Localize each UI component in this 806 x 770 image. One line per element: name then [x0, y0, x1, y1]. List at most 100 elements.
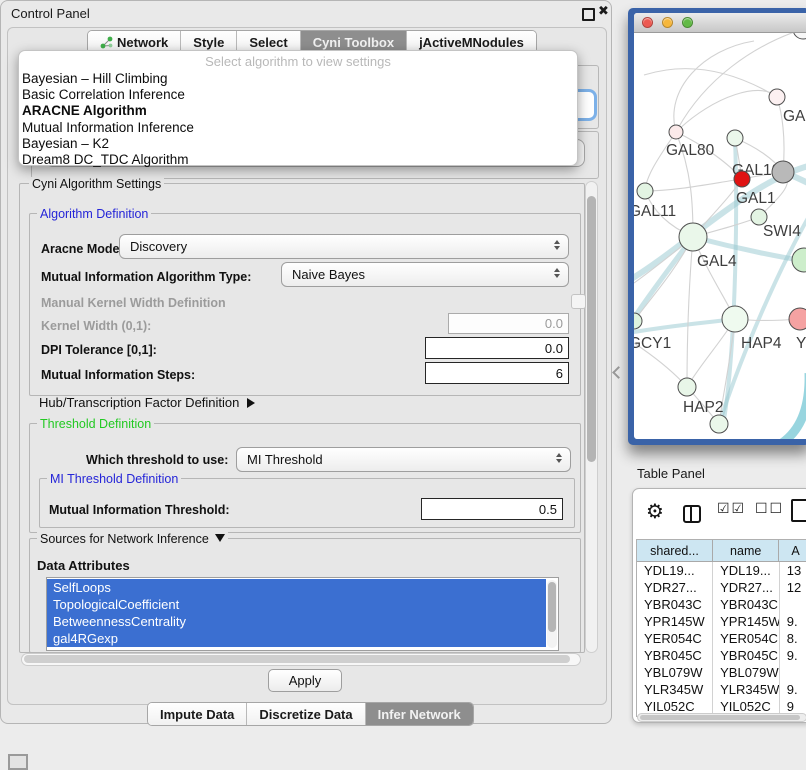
attribute-item[interactable]: TopologicalCoefficient: [47, 596, 546, 613]
table-row[interactable]: YPR145WYPR145W9.: [637, 613, 806, 630]
table-cell: YBL079W: [713, 664, 780, 681]
network-node-gal[interactable]: [769, 89, 785, 105]
network-node-gal80[interactable]: [669, 125, 683, 139]
table-row[interactable]: YBL079WYBL079W: [637, 664, 806, 681]
close-window-icon[interactable]: [642, 17, 653, 28]
scrollbar-thumb[interactable]: [640, 715, 800, 720]
table-cell: YLR345W: [637, 681, 713, 698]
minimize-window-icon[interactable]: [662, 17, 673, 28]
scrollbar-thumb[interactable]: [24, 655, 570, 663]
network-node[interactable]: [710, 415, 728, 433]
network-node-gal1[interactable]: [734, 171, 750, 187]
table-row[interactable]: YDR27...YDR27...12: [637, 579, 806, 596]
minimized-panel-icon[interactable]: [8, 754, 28, 770]
tab-impute-data[interactable]: Impute Data: [148, 703, 247, 725]
table-panel-window: ⚙ ☑☑ ☐☐ shared... name A YDL19...YDL19..…: [632, 488, 806, 723]
algorithm-option[interactable]: Dream8 DC_TDC Algorithm: [19, 152, 577, 168]
table-row[interactable]: YBR045CYBR045C9.: [637, 647, 806, 664]
algorithm-option[interactable]: ARACNE Algorithm: [19, 103, 577, 119]
table-row[interactable]: YIL052CYIL052C9: [637, 698, 806, 713]
table-cell: YLR345W: [713, 681, 780, 698]
mi-threshold-group-title: MI Threshold Definition: [47, 472, 181, 486]
network-node[interactable]: [772, 161, 794, 183]
expand-right-icon[interactable]: [247, 398, 255, 408]
gear-icon[interactable]: ⚙: [646, 499, 664, 523]
node-label: GAL4: [697, 253, 737, 270]
table-row[interactable]: YLR345WYLR345W9.: [637, 681, 806, 698]
network-view-frame: GAL80GALGAL10GAL1GAL11SWI4GAL4GCY1HAP4YH…: [628, 8, 806, 445]
table-cell: YIL052C: [637, 698, 713, 713]
attribute-item[interactable]: SelfLoops: [47, 579, 546, 596]
kernel-width-field[interactable]: 0.0: [448, 313, 569, 334]
mi-algorithm-type-label: Mutual Information Algorithm Type:: [41, 270, 251, 284]
collapse-down-icon[interactable]: [215, 534, 225, 542]
table-header-row: shared... name A: [637, 540, 806, 562]
mi-steps-field[interactable]: 6: [425, 362, 569, 384]
node-label: HAP2: [683, 399, 724, 416]
table-row[interactable]: YER054CYER054C8.: [637, 630, 806, 647]
mi-algorithm-type-select[interactable]: Naive Bayes: [281, 262, 569, 287]
unselect-all-checkboxes-icon[interactable]: ☐☐: [755, 501, 784, 517]
table-cell: YBR045C: [713, 647, 780, 664]
which-threshold-select[interactable]: MI Threshold: [236, 447, 571, 472]
bottom-tabbar: Impute DataDiscretize DataInfer Network: [147, 702, 474, 726]
scrollbar-thumb[interactable]: [548, 582, 556, 632]
attribute-item[interactable]: BetweennessCentrality: [47, 613, 546, 630]
table-cell: 9.: [780, 613, 806, 630]
network-window-titlebar[interactable]: [634, 13, 806, 33]
column-header-partial[interactable]: A: [779, 540, 806, 562]
table-cell: YDR27...: [713, 579, 780, 596]
float-panel-icon[interactable]: [582, 8, 595, 21]
table-rows: YDL19...YDL19...13YDR27...YDR27...12YBR0…: [637, 562, 806, 713]
network-node-y[interactable]: [789, 308, 806, 330]
table-row[interactable]: YBR043CYBR043C: [637, 596, 806, 613]
close-panel-icon[interactable]: ✖: [598, 4, 609, 19]
algorithm-option[interactable]: Bayesian – Hill Climbing: [19, 71, 577, 87]
network-view-window: GAL80GALGAL10GAL1GAL11SWI4GAL4GCY1HAP4YH…: [634, 13, 806, 439]
which-threshold-value: MI Threshold: [247, 452, 323, 467]
select-all-checkboxes-icon[interactable]: ☑☑: [717, 501, 746, 517]
tab-discretize-data[interactable]: Discretize Data: [247, 703, 365, 725]
new-table-icon[interactable]: [791, 499, 806, 522]
column-header-name[interactable]: name: [713, 540, 779, 562]
network-node[interactable]: [793, 33, 806, 39]
settings-horizontal-scrollbar[interactable]: [21, 653, 581, 666]
column-header-shared-name[interactable]: shared...: [637, 540, 713, 562]
network-node-hap4[interactable]: [722, 306, 748, 332]
data-attributes-list[interactable]: SelfLoopsTopologicalCoefficientBetweenne…: [46, 577, 559, 651]
network-icon: [100, 36, 113, 49]
table-horizontal-scrollbar[interactable]: [637, 713, 806, 722]
attribute-item[interactable]: gal4RGexp: [47, 630, 546, 647]
dpi-tolerance-field[interactable]: 0.0: [425, 337, 569, 359]
network-node-gal4[interactable]: [679, 223, 707, 251]
network-node-gal11[interactable]: [637, 183, 653, 199]
table-cell: 9.: [780, 647, 806, 664]
list-vertical-scrollbar[interactable]: [547, 580, 557, 648]
table-cell: [780, 596, 806, 613]
mi-threshold-field[interactable]: 0.5: [421, 498, 563, 520]
network-node-hap2[interactable]: [678, 378, 696, 396]
node-label: HAP4: [741, 335, 782, 352]
table-cell: YPR145W: [637, 613, 713, 630]
algorithm-option[interactable]: Basic Correlation Inference: [19, 87, 577, 103]
network-node[interactable]: [792, 248, 806, 272]
manual-kernel-width-checkbox[interactable]: [571, 294, 586, 309]
network-canvas[interactable]: GAL80GALGAL10GAL1GAL11SWI4GAL4GCY1HAP4YH…: [634, 33, 806, 439]
aracne-mode-select[interactable]: Discovery: [119, 234, 569, 259]
table-cell: YBR043C: [637, 596, 713, 613]
columns-icon[interactable]: [683, 505, 701, 523]
aracne-mode-value: Discovery: [130, 239, 187, 254]
settings-vertical-scrollbar[interactable]: [585, 181, 598, 653]
panel-splitter-handle[interactable]: [612, 366, 625, 379]
table-row[interactable]: YDL19...YDL19...13: [637, 562, 806, 579]
network-node-gcy1[interactable]: [634, 313, 642, 329]
scrollbar-thumb[interactable]: [587, 196, 596, 462]
algorithm-option[interactable]: Mutual Information Inference: [19, 120, 577, 136]
tab-infer-network[interactable]: Infer Network: [366, 703, 473, 725]
algorithm-option[interactable]: Bayesian – K2: [19, 136, 577, 152]
sources-group-title[interactable]: Sources for Network Inference: [37, 532, 228, 546]
hub-definition-section[interactable]: Hub/Transcription Factor Definition: [39, 395, 255, 410]
apply-button[interactable]: Apply: [268, 669, 342, 692]
network-node-gal10[interactable]: [727, 130, 743, 146]
zoom-window-icon[interactable]: [682, 17, 693, 28]
